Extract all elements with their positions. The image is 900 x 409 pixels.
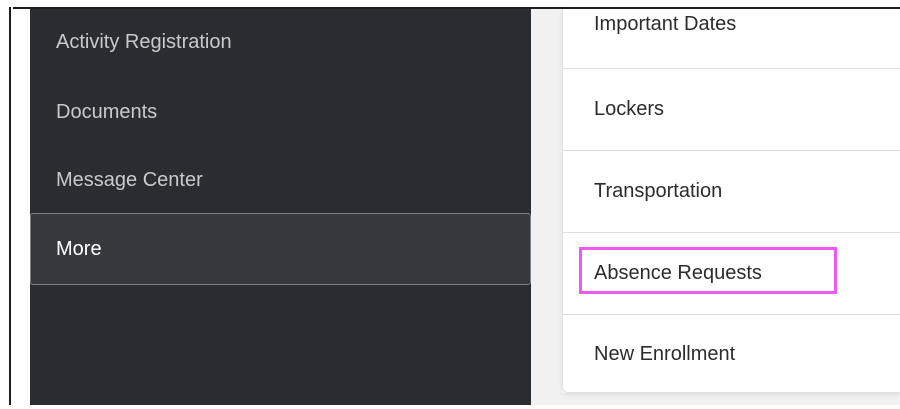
menu-item-label: Absence Requests: [594, 262, 762, 284]
sidebar-item-label: Message Center: [56, 168, 203, 191]
menu-item-label: Transportation: [594, 180, 723, 202]
sidebar-item-more[interactable]: More: [30, 213, 531, 285]
menu-item-absence-requests[interactable]: Absence Requests: [563, 233, 900, 315]
sidebar-item-label: Documents: [56, 100, 158, 123]
menu-item-label: New Enrollment: [594, 342, 736, 365]
sidebar-gutter: [11, 9, 30, 405]
screenshot-bottom-margin: [0, 405, 900, 409]
menu-item-label: Lockers: [594, 98, 665, 120]
menu-item-new-enrollment[interactable]: New Enrollment: [563, 315, 900, 393]
menu-item-important-dates[interactable]: Important Dates: [563, 0, 900, 69]
menu-item-transportation[interactable]: Transportation: [563, 151, 900, 233]
menu-item-lockers[interactable]: Lockers: [563, 69, 900, 151]
menu-backdrop: [531, 9, 562, 405]
menu-backdrop-bottom: [531, 393, 900, 405]
sidebar-nav: Activity Registration Documents Message …: [30, 9, 531, 405]
more-menu-panel: Important Dates Lockers Transportation A…: [562, 9, 900, 393]
sidebar-item-activity-registration[interactable]: Activity Registration: [30, 9, 531, 75]
sidebar-item-label: Activity Registration: [56, 30, 232, 53]
sidebar-item-message-center[interactable]: Message Center: [30, 147, 531, 213]
sidebar-item-label: More: [56, 238, 102, 260]
sidebar-item-documents[interactable]: Documents: [30, 79, 531, 145]
menu-item-label: Important Dates: [594, 13, 737, 35]
